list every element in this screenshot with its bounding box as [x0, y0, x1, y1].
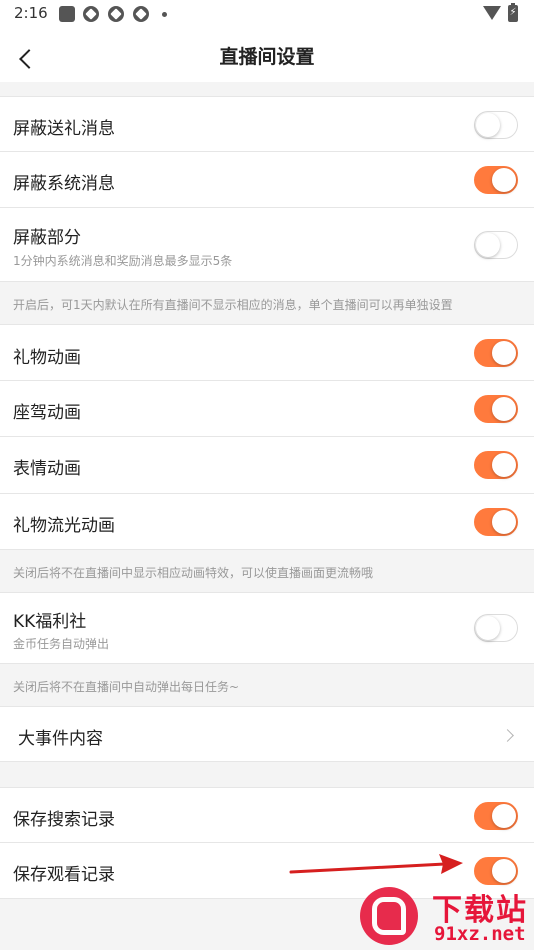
more-notifications-dot-icon	[162, 12, 167, 17]
setting-label: 屏蔽送礼消息	[13, 119, 115, 139]
setting-label: KK福利社	[13, 612, 87, 632]
toggle-knob	[492, 341, 516, 365]
animation-section-note: 关闭后将不在直播间中显示相应动画特效，可以使直播画面更流畅哦	[13, 566, 374, 580]
toggle-knob	[492, 397, 516, 421]
save-watch-toggle[interactable]	[474, 857, 518, 885]
block-section-note: 开启后，可1天内默认在所有直播间不显示相应的消息，单个直播间可以再单独设置	[13, 298, 453, 312]
setting-row-emoji-animation[interactable]: 表情动画	[0, 437, 534, 494]
mount-animation-toggle[interactable]	[474, 395, 518, 423]
setting-row-major-events[interactable]: 大事件内容	[0, 706, 534, 762]
battery-charging-icon	[508, 3, 518, 22]
nav-bar: 直播间设置	[0, 28, 534, 82]
notification-app-icon	[133, 6, 149, 22]
toggle-knob	[492, 453, 516, 477]
toggle-knob	[476, 113, 500, 137]
setting-description: 金币任务自动弹出	[13, 637, 110, 651]
kk-welfare-toggle[interactable]	[474, 614, 518, 642]
setting-label: 表情动画	[13, 459, 81, 479]
setting-label: 保存观看记录	[13, 865, 115, 885]
notification-square-icon	[59, 6, 75, 22]
watermark-domain: 91xz.net	[434, 923, 526, 945]
gift-flow-animation-toggle[interactable]	[474, 508, 518, 536]
annotation-arrow-icon	[289, 854, 463, 874]
site-watermark: 下载站 91xz.net	[360, 885, 530, 947]
setting-row-save-search[interactable]: 保存搜索记录	[0, 787, 534, 843]
setting-label: 礼物动画	[13, 348, 81, 368]
toggle-knob	[492, 510, 516, 534]
setting-label: 座驾动画	[13, 403, 81, 423]
setting-row-kk-welfare[interactable]: KK福利社 金币任务自动弹出	[0, 592, 534, 664]
notification-app-icon	[108, 6, 124, 22]
toggle-knob	[492, 168, 516, 192]
setting-row-mount-animation[interactable]: 座驾动画	[0, 381, 534, 437]
setting-row-block-gift[interactable]: 屏蔽送礼消息	[0, 96, 534, 152]
block-system-toggle[interactable]	[474, 166, 518, 194]
setting-label: 屏蔽系统消息	[13, 174, 115, 194]
setting-row-block-system[interactable]: 屏蔽系统消息	[0, 152, 534, 208]
page-title: 直播间设置	[219, 46, 315, 68]
status-time: 2:16	[14, 4, 48, 22]
emoji-animation-toggle[interactable]	[474, 451, 518, 479]
gift-animation-toggle[interactable]	[474, 339, 518, 367]
watermark-logo-icon	[360, 887, 418, 945]
setting-row-gift-flow-animation[interactable]: 礼物流光动画	[0, 494, 534, 550]
setting-label: 保存搜索记录	[13, 810, 115, 830]
toggle-knob	[476, 233, 500, 257]
chevron-right-icon	[501, 729, 514, 742]
notification-app-icon	[83, 6, 99, 22]
welfare-section-note: 关闭后将不在直播间中自动弹出每日任务~	[13, 680, 240, 694]
wifi-icon	[483, 6, 501, 20]
save-search-toggle[interactable]	[474, 802, 518, 830]
setting-label: 礼物流光动画	[13, 516, 115, 536]
toggle-knob	[492, 859, 516, 883]
block-partial-toggle[interactable]	[474, 231, 518, 259]
toggle-knob	[492, 804, 516, 828]
toggle-knob	[476, 616, 500, 640]
setting-label: 屏蔽部分	[13, 228, 81, 248]
block-gift-toggle[interactable]	[474, 111, 518, 139]
setting-row-gift-animation[interactable]: 礼物动画	[0, 324, 534, 381]
status-bar: 2:16	[0, 0, 534, 28]
setting-label: 大事件内容	[18, 729, 103, 749]
setting-row-block-partial[interactable]: 屏蔽部分 1分钟内系统消息和奖励消息最多显示5条	[0, 208, 534, 282]
setting-description: 1分钟内系统消息和奖励消息最多显示5条	[13, 254, 233, 268]
